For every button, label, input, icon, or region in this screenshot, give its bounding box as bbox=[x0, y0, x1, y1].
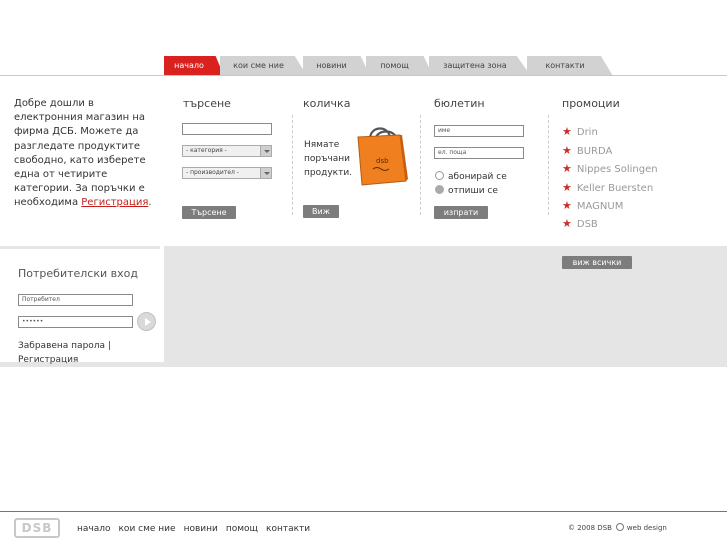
welcome-suffix: . bbox=[148, 197, 152, 209]
welcome-body: Добре дошли в електронния магазин на фир… bbox=[14, 98, 146, 209]
radio-icon bbox=[435, 185, 444, 194]
welcome-text: Добре дошли в електронния магазин на фир… bbox=[14, 97, 159, 211]
chevron-down-icon bbox=[260, 168, 271, 178]
main-nav: начало кои сме ние новини помощ защитена… bbox=[164, 56, 613, 76]
footer-copyright: © 2008 DSB web design bbox=[568, 523, 667, 532]
newsletter-send-button[interactable]: изпрати bbox=[434, 206, 488, 219]
radio-icon bbox=[435, 171, 444, 180]
footer-link-news[interactable]: новини bbox=[184, 524, 218, 534]
unsubscribe-label: отпиши се bbox=[448, 186, 498, 196]
login-register-link[interactable]: Регистрация bbox=[18, 355, 78, 365]
view-cart-button[interactable]: Виж bbox=[303, 205, 339, 218]
tab-help[interactable]: помощ bbox=[366, 56, 433, 76]
circle-icon bbox=[615, 523, 624, 531]
tab-contacts[interactable]: контакти bbox=[527, 56, 613, 76]
dsb-logo: DSB bbox=[14, 518, 60, 538]
newsletter-name-input[interactable]: име bbox=[434, 125, 524, 137]
promo-label: Drin bbox=[576, 127, 598, 138]
subscribe-radio[interactable]: абонирай се bbox=[435, 171, 507, 182]
promo-item[interactable]: ★ Nippes Solingen bbox=[562, 162, 658, 175]
login-submit-button[interactable] bbox=[137, 312, 156, 331]
login-title: Потребителски вход bbox=[18, 267, 138, 280]
chevron-down-icon bbox=[260, 146, 271, 156]
welcome-register-link[interactable]: Регистрация bbox=[81, 197, 148, 208]
promo-label: Nippes Solingen bbox=[576, 164, 658, 175]
search-button[interactable]: Търсене bbox=[182, 206, 236, 219]
bag-logo-text: dsb bbox=[376, 157, 389, 165]
footer-link-home[interactable]: начало bbox=[77, 524, 111, 534]
footer-divider bbox=[0, 511, 727, 512]
search-input[interactable] bbox=[182, 123, 272, 135]
username-input[interactable]: Потребител bbox=[18, 294, 133, 306]
shopping-bag-icon: dsb bbox=[357, 127, 408, 186]
star-icon: ★ bbox=[562, 199, 572, 212]
footer-link-help[interactable]: помощ bbox=[226, 524, 258, 534]
manufacturer-select[interactable]: - производител - bbox=[182, 167, 272, 179]
star-icon: ★ bbox=[562, 144, 572, 157]
footer-link-about[interactable]: кои сме ние bbox=[119, 524, 176, 534]
promo-item[interactable]: ★ Keller Buersten bbox=[562, 181, 653, 194]
promo-label: BURDA bbox=[576, 146, 613, 157]
footer-nav: начало кои сме ние новини помощ контакти bbox=[77, 524, 310, 534]
star-icon: ★ bbox=[562, 162, 572, 175]
star-icon: ★ bbox=[562, 217, 572, 230]
promotions-title: промоции bbox=[562, 97, 620, 110]
promo-label: DSB bbox=[576, 219, 598, 230]
forgot-password-link[interactable]: Забравена парола bbox=[18, 341, 105, 351]
nav-divider bbox=[0, 75, 727, 76]
login-links: Забравена парола | Регистрация bbox=[18, 339, 148, 367]
footer-link-contacts[interactable]: контакти bbox=[266, 524, 310, 534]
column-divider bbox=[420, 115, 421, 215]
tab-about[interactable]: кои сме ние bbox=[220, 56, 307, 76]
tab-secure-zone[interactable]: защитена зона bbox=[429, 56, 531, 76]
promo-label: Keller Buersten bbox=[576, 183, 654, 194]
view-all-promotions-button[interactable]: виж всички bbox=[562, 256, 632, 269]
newsletter-email-input[interactable]: ел. поща bbox=[434, 147, 524, 159]
webdesign-link[interactable]: web design bbox=[627, 524, 667, 532]
column-divider bbox=[292, 115, 293, 215]
promo-item[interactable]: ★ BURDA bbox=[562, 144, 612, 157]
content-band bbox=[164, 246, 727, 367]
star-icon: ★ bbox=[562, 125, 572, 138]
newsletter-title: бюлетин bbox=[434, 97, 485, 110]
promo-item[interactable]: ★ Drin bbox=[562, 125, 598, 138]
category-select-value: - категория - bbox=[186, 147, 227, 154]
column-divider bbox=[548, 115, 549, 215]
cart-title: количка bbox=[303, 97, 351, 110]
promo-item[interactable]: ★ DSB bbox=[562, 217, 598, 230]
promo-label: MAGNUM bbox=[576, 201, 624, 212]
category-select[interactable]: - категория - bbox=[182, 145, 272, 157]
star-icon: ★ bbox=[562, 181, 572, 194]
cart-empty-text: Нямате поръчани продукти. bbox=[304, 140, 353, 178]
login-links-separator: | bbox=[107, 341, 111, 351]
subscribe-label: абонирай се bbox=[448, 172, 507, 182]
unsubscribe-radio[interactable]: отпиши се bbox=[435, 185, 498, 196]
manufacturer-select-value: - производител - bbox=[186, 169, 239, 176]
search-title: търсене bbox=[183, 97, 231, 110]
password-input[interactable]: •••••• bbox=[18, 316, 133, 328]
copyright-text: © 2008 DSB bbox=[568, 524, 612, 532]
tab-news[interactable]: новини bbox=[303, 56, 370, 76]
tab-home[interactable]: начало bbox=[164, 56, 224, 76]
promo-item[interactable]: ★ MAGNUM bbox=[562, 199, 623, 212]
